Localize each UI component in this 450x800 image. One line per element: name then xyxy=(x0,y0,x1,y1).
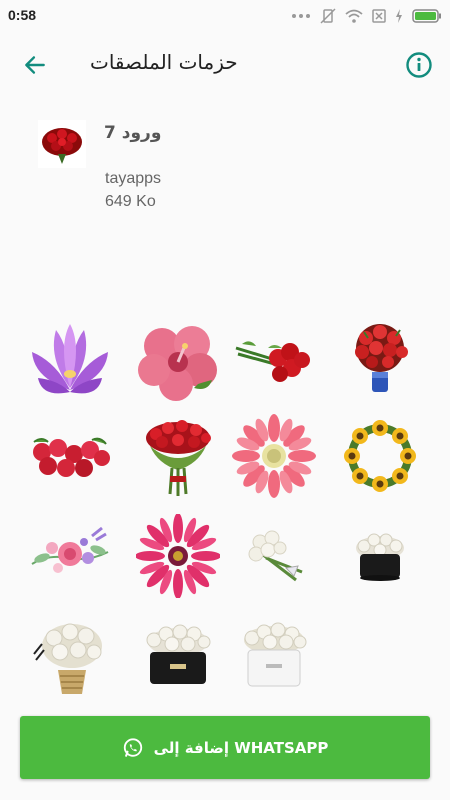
dots-icon xyxy=(292,14,310,18)
whatsapp-icon xyxy=(123,737,142,757)
info-icon[interactable] xyxy=(405,51,433,79)
sticker-magenta-daisy[interactable] xyxy=(136,514,220,598)
sim-icon xyxy=(372,9,386,23)
pack-tray-icon xyxy=(38,120,86,168)
pack-name: ورود 7 xyxy=(104,123,162,143)
sticker-red-roses-vase[interactable] xyxy=(338,318,422,402)
rotation-lock-icon xyxy=(320,8,336,24)
sticker-red-roses-row[interactable] xyxy=(28,414,112,498)
app-bar: حزمات الملصقات xyxy=(0,32,450,98)
sticker-pink-hibiscus[interactable] xyxy=(136,318,220,402)
pack-size: 649 Ko xyxy=(105,193,156,210)
wifi-icon xyxy=(345,9,363,23)
sticker-red-rose-ball-bouquet[interactable] xyxy=(136,414,220,498)
battery-icon xyxy=(412,9,441,23)
status-bar: 0:58 xyxy=(0,0,450,32)
sticker-red-rose-bouquet-lying[interactable] xyxy=(232,318,316,402)
status-time: 0:58 xyxy=(8,7,37,23)
sticker-white-roses-bouquet-lying[interactable] xyxy=(232,514,316,598)
sticker-white-roses-basket[interactable] xyxy=(28,614,112,698)
sticker-white-roses-black-round-box[interactable] xyxy=(136,614,220,698)
add-to-whatsapp-label: إضافة إلى WHATSAPP xyxy=(153,738,329,757)
page-title: حزمات الملصقات xyxy=(90,50,238,74)
pack-author: tayapps xyxy=(105,170,162,187)
status-icons xyxy=(291,8,442,24)
sticker-purple-lotus[interactable] xyxy=(28,318,112,402)
sticker-watercolor-flowers[interactable] xyxy=(28,514,112,598)
sticker-pink-gerbera[interactable] xyxy=(232,414,316,498)
charging-icon xyxy=(396,9,402,23)
sticker-white-roses-black-box[interactable] xyxy=(338,514,422,598)
add-to-whatsapp-button[interactable]: إضافة إلى WHATSAPP xyxy=(20,716,430,779)
sticker-white-roses-white-box[interactable] xyxy=(232,614,316,698)
sticker-sunflower-wreath[interactable] xyxy=(338,414,422,498)
arrow-left-icon[interactable] xyxy=(22,52,48,78)
